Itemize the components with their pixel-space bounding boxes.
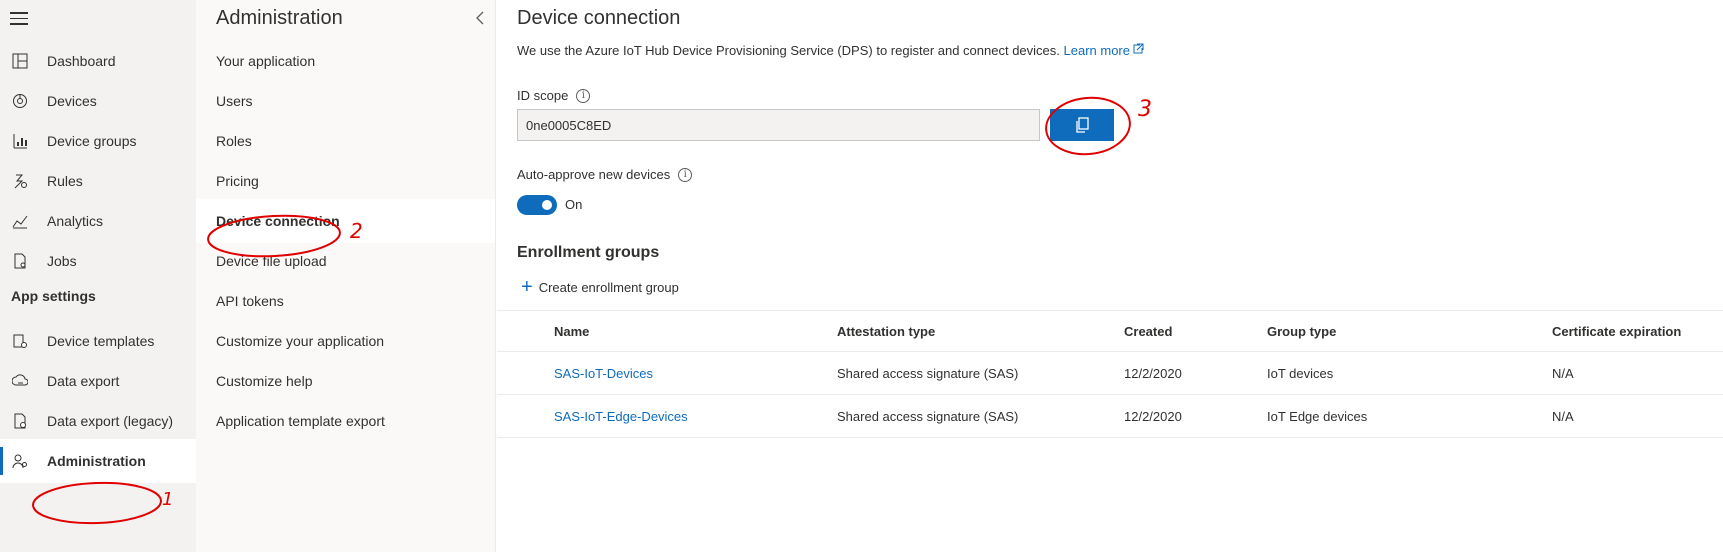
- info-icon[interactable]: i: [678, 167, 693, 182]
- jobs-icon: [10, 251, 30, 271]
- data-export-icon: [10, 371, 30, 391]
- nav-item-jobs[interactable]: Jobs: [0, 239, 196, 283]
- nav-item-label: Device templates: [47, 333, 155, 349]
- nav-item-label: Analytics: [47, 213, 104, 229]
- toggle-state-label: On: [565, 197, 583, 212]
- created-cell: 12/2/2020: [1124, 365, 1182, 381]
- admin-item-api-tokens[interactable]: API tokens: [196, 279, 495, 323]
- certificate-expiration-cell: N/A: [1552, 408, 1574, 424]
- enrollment-groups-heading: Enrollment groups: [517, 244, 660, 261]
- column-header-created[interactable]: Created: [1124, 311, 1172, 351]
- nav-item-label: Rules: [47, 173, 83, 189]
- nav-item-data-export-legacy[interactable]: Data export (legacy): [0, 399, 196, 443]
- id-scope-label: ID scope: [517, 88, 569, 103]
- analytics-icon: [10, 211, 30, 231]
- id-scope-field[interactable]: 0ne0005C8ED: [517, 109, 1040, 141]
- enrollment-group-link[interactable]: SAS-IoT-Devices: [554, 352, 653, 394]
- column-header-certificate-expiration[interactable]: Certificate expiration: [1552, 311, 1681, 351]
- id-scope-label-row: ID scope i: [517, 88, 591, 103]
- nav-item-label: Dashboard: [47, 53, 116, 69]
- admin-item-roles[interactable]: Roles: [196, 119, 495, 163]
- rules-icon: [10, 171, 30, 191]
- create-label: Create enrollment group: [538, 279, 679, 295]
- enrollment-groups-table: Name Attestation type Created Group type…: [497, 310, 1723, 438]
- nav-item-dashboard[interactable]: Dashboard: [0, 39, 196, 83]
- auto-approve-label-row: Auto-approve new devices i: [517, 167, 693, 182]
- nav-item-label: Administration: [47, 453, 146, 469]
- table-row[interactable]: SAS-IoT-Edge-Devices Shared access signa…: [497, 395, 1723, 438]
- copy-icon: [1076, 117, 1089, 133]
- device-templates-icon: [10, 331, 30, 351]
- nav-item-analytics[interactable]: Analytics: [0, 199, 196, 243]
- admin-item-your-application[interactable]: Your application: [196, 39, 495, 83]
- external-link-icon: [1133, 43, 1144, 54]
- chevron-left-icon[interactable]: [472, 8, 488, 28]
- nav-item-devices[interactable]: Devices: [0, 79, 196, 123]
- data-export-legacy-icon: [10, 411, 30, 431]
- panel-title: Administration: [216, 7, 343, 29]
- admin-item-device-file-upload[interactable]: Device file upload: [196, 239, 495, 283]
- nav-item-label: Data export: [47, 373, 120, 389]
- plus-icon: +: [521, 276, 533, 298]
- nav-item-administration[interactable]: Administration: [0, 439, 196, 483]
- learn-more-link[interactable]: Learn more: [1064, 43, 1144, 58]
- nav-item-device-groups[interactable]: Device groups: [0, 119, 196, 163]
- table-header-row: Name Attestation type Created Group type…: [497, 310, 1723, 352]
- admin-item-template-export[interactable]: Application template export: [196, 399, 495, 443]
- group-type-cell: IoT devices: [1267, 365, 1334, 381]
- certificate-expiration-cell: N/A: [1552, 365, 1574, 381]
- learn-more-label: Learn more: [1063, 43, 1130, 58]
- nav-item-data-export[interactable]: Data export: [0, 359, 196, 403]
- admin-item-users[interactable]: Users: [196, 79, 495, 123]
- auto-approve-label: Auto-approve new devices: [517, 167, 671, 182]
- column-header-attestation[interactable]: Attestation type: [837, 311, 935, 351]
- nav-item-device-templates[interactable]: Device templates: [0, 319, 196, 363]
- created-cell: 12/2/2020: [1124, 408, 1182, 424]
- page-description: We use the Azure IoT Hub Device Provisio…: [517, 43, 1144, 58]
- left-navigation: Dashboard Devices Device groups Rules An…: [0, 0, 196, 552]
- hamburger-menu-icon[interactable]: [10, 12, 28, 26]
- column-header-name[interactable]: Name: [554, 311, 589, 351]
- app-settings-heading: App settings: [11, 288, 96, 304]
- device-connection-page: Device connection We use the Azure IoT H…: [497, 0, 1723, 552]
- admin-item-customize-help[interactable]: Customize help: [196, 359, 495, 403]
- description-text: We use the Azure IoT Hub Device Provisio…: [517, 43, 1060, 58]
- admin-item-customize-application[interactable]: Customize your application: [196, 319, 495, 363]
- administration-icon: [10, 451, 30, 471]
- page-title: Device connection: [517, 7, 681, 29]
- device-groups-icon: [10, 131, 30, 151]
- nav-item-label: Device groups: [47, 133, 137, 149]
- group-type-cell: IoT Edge devices: [1267, 408, 1368, 424]
- enrollment-group-link[interactable]: SAS-IoT-Edge-Devices: [554, 395, 688, 437]
- dashboard-icon: [10, 51, 30, 71]
- attestation-type-cell: Shared access signature (SAS): [837, 408, 1019, 424]
- column-header-group-type[interactable]: Group type: [1267, 311, 1336, 351]
- nav-item-label: Data export (legacy): [47, 413, 174, 429]
- administration-panel: Administration Your application Users Ro…: [196, 0, 496, 552]
- nav-item-label: Jobs: [47, 253, 77, 269]
- admin-item-pricing[interactable]: Pricing: [196, 159, 495, 203]
- admin-item-device-connection[interactable]: Device connection: [196, 199, 495, 243]
- table-row[interactable]: SAS-IoT-Devices Shared access signature …: [497, 352, 1723, 395]
- nav-item-label: Devices: [47, 93, 97, 109]
- devices-icon: [10, 91, 30, 111]
- create-enrollment-group-button[interactable]: + Create enrollment group: [521, 276, 679, 298]
- attestation-type-cell: Shared access signature (SAS): [837, 365, 1019, 381]
- info-icon[interactable]: i: [576, 88, 591, 103]
- auto-approve-toggle[interactable]: [517, 195, 557, 215]
- copy-button[interactable]: [1050, 109, 1114, 141]
- nav-item-rules[interactable]: Rules: [0, 159, 196, 203]
